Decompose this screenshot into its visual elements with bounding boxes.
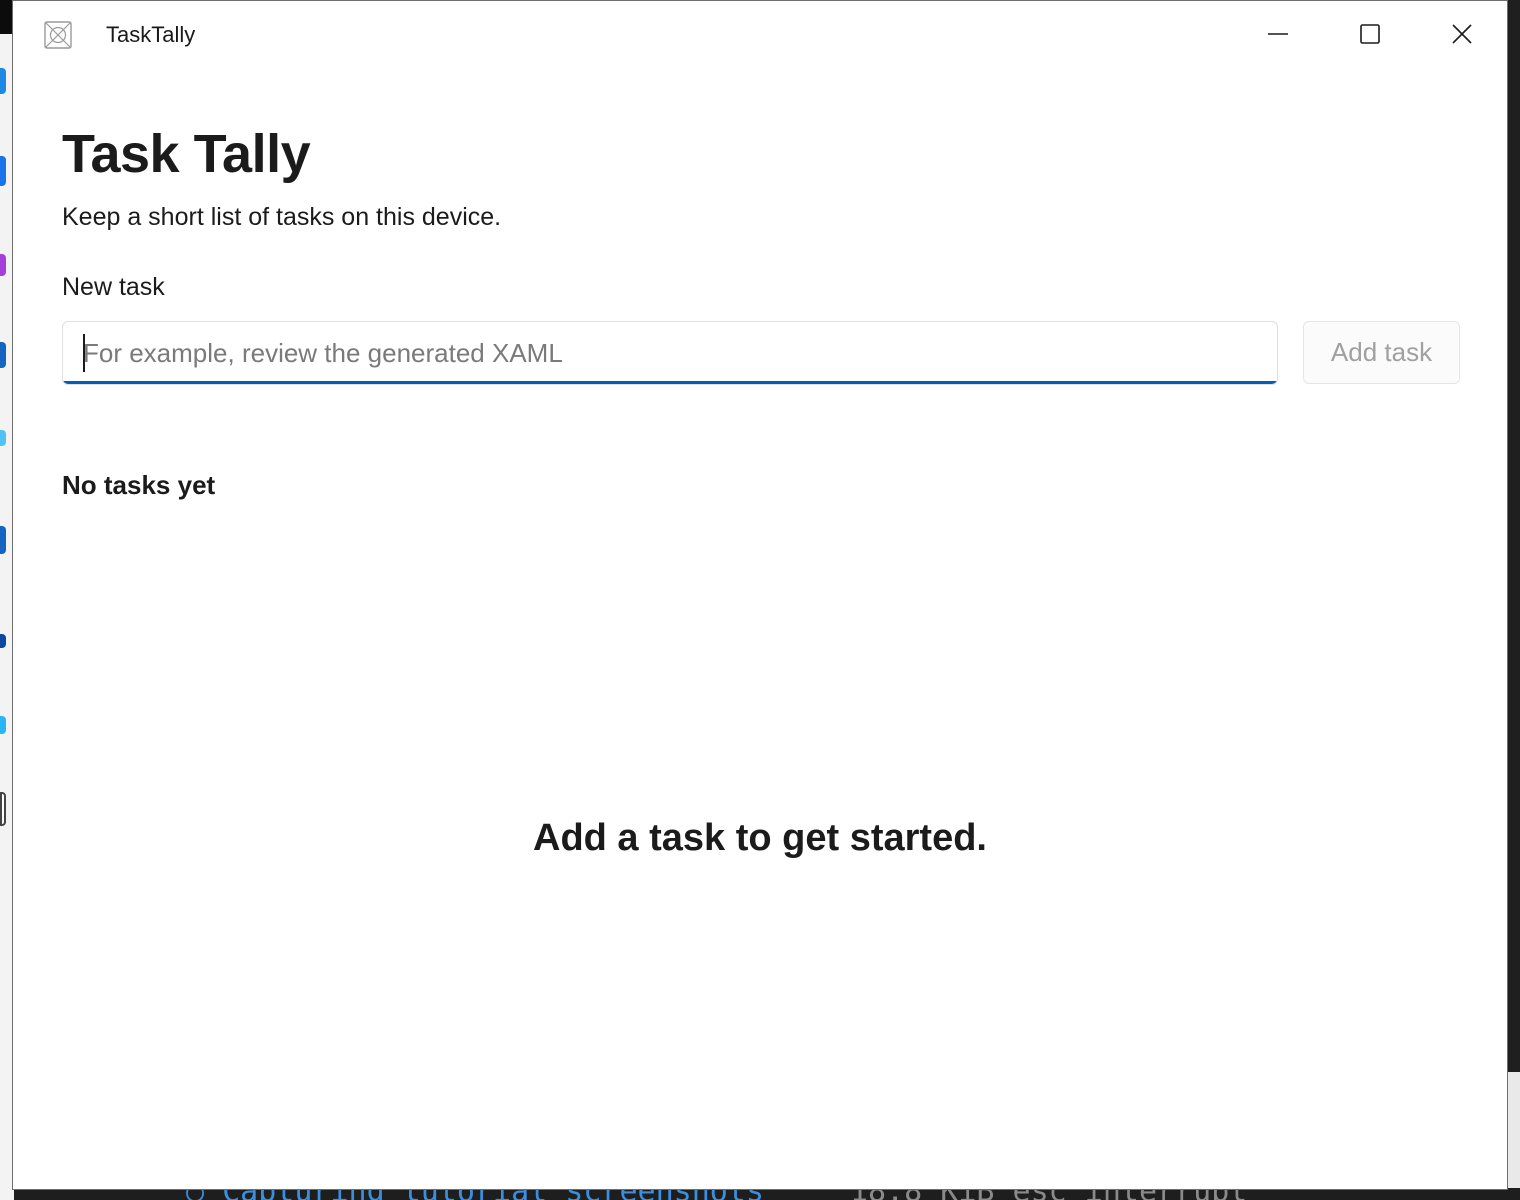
desktop-app-icon <box>0 526 6 554</box>
page-subtitle: Keep a short list of tasks on this devic… <box>62 203 502 231</box>
desktop-app-icon <box>0 634 6 648</box>
close-icon <box>1452 24 1472 44</box>
desktop-app-icon <box>0 716 6 734</box>
tasks-heading: No tasks yet <box>62 470 216 500</box>
add-task-button[interactable]: Add task <box>1303 321 1460 384</box>
empty-state-message: Add a task to get started. <box>533 817 987 859</box>
desktop-app-icon <box>0 68 6 94</box>
desktop-app-icon <box>0 342 6 368</box>
app-icon <box>44 21 72 49</box>
background-window-edge <box>1506 1072 1520 1200</box>
background-terminal-edge <box>1506 0 1520 1200</box>
title-bar[interactable]: TaskTally <box>13 1 1507 71</box>
close-button[interactable] <box>1416 1 1508 67</box>
app-window: TaskTally Task Tally Keep a short list o… <box>12 0 1508 1190</box>
desktop-corner <box>0 0 12 34</box>
desktop-app-icon <box>0 430 6 446</box>
maximize-button[interactable] <box>1324 1 1416 67</box>
desktop-app-icon <box>0 792 6 826</box>
desktop-app-icon <box>0 156 6 186</box>
page-title: Task Tally <box>62 124 311 184</box>
minimize-icon <box>1268 33 1288 35</box>
minimize-button[interactable] <box>1232 1 1324 67</box>
maximize-icon <box>1360 24 1380 44</box>
new-task-label: New task <box>62 273 165 301</box>
new-task-field[interactable] <box>62 321 1278 385</box>
new-task-input[interactable] <box>63 322 1277 384</box>
window-title: TaskTally <box>106 22 196 47</box>
window-content: TaskTally Task Tally Keep a short list o… <box>13 1 1507 1189</box>
text-caret <box>83 334 85 372</box>
desktop-app-icon <box>0 254 6 276</box>
